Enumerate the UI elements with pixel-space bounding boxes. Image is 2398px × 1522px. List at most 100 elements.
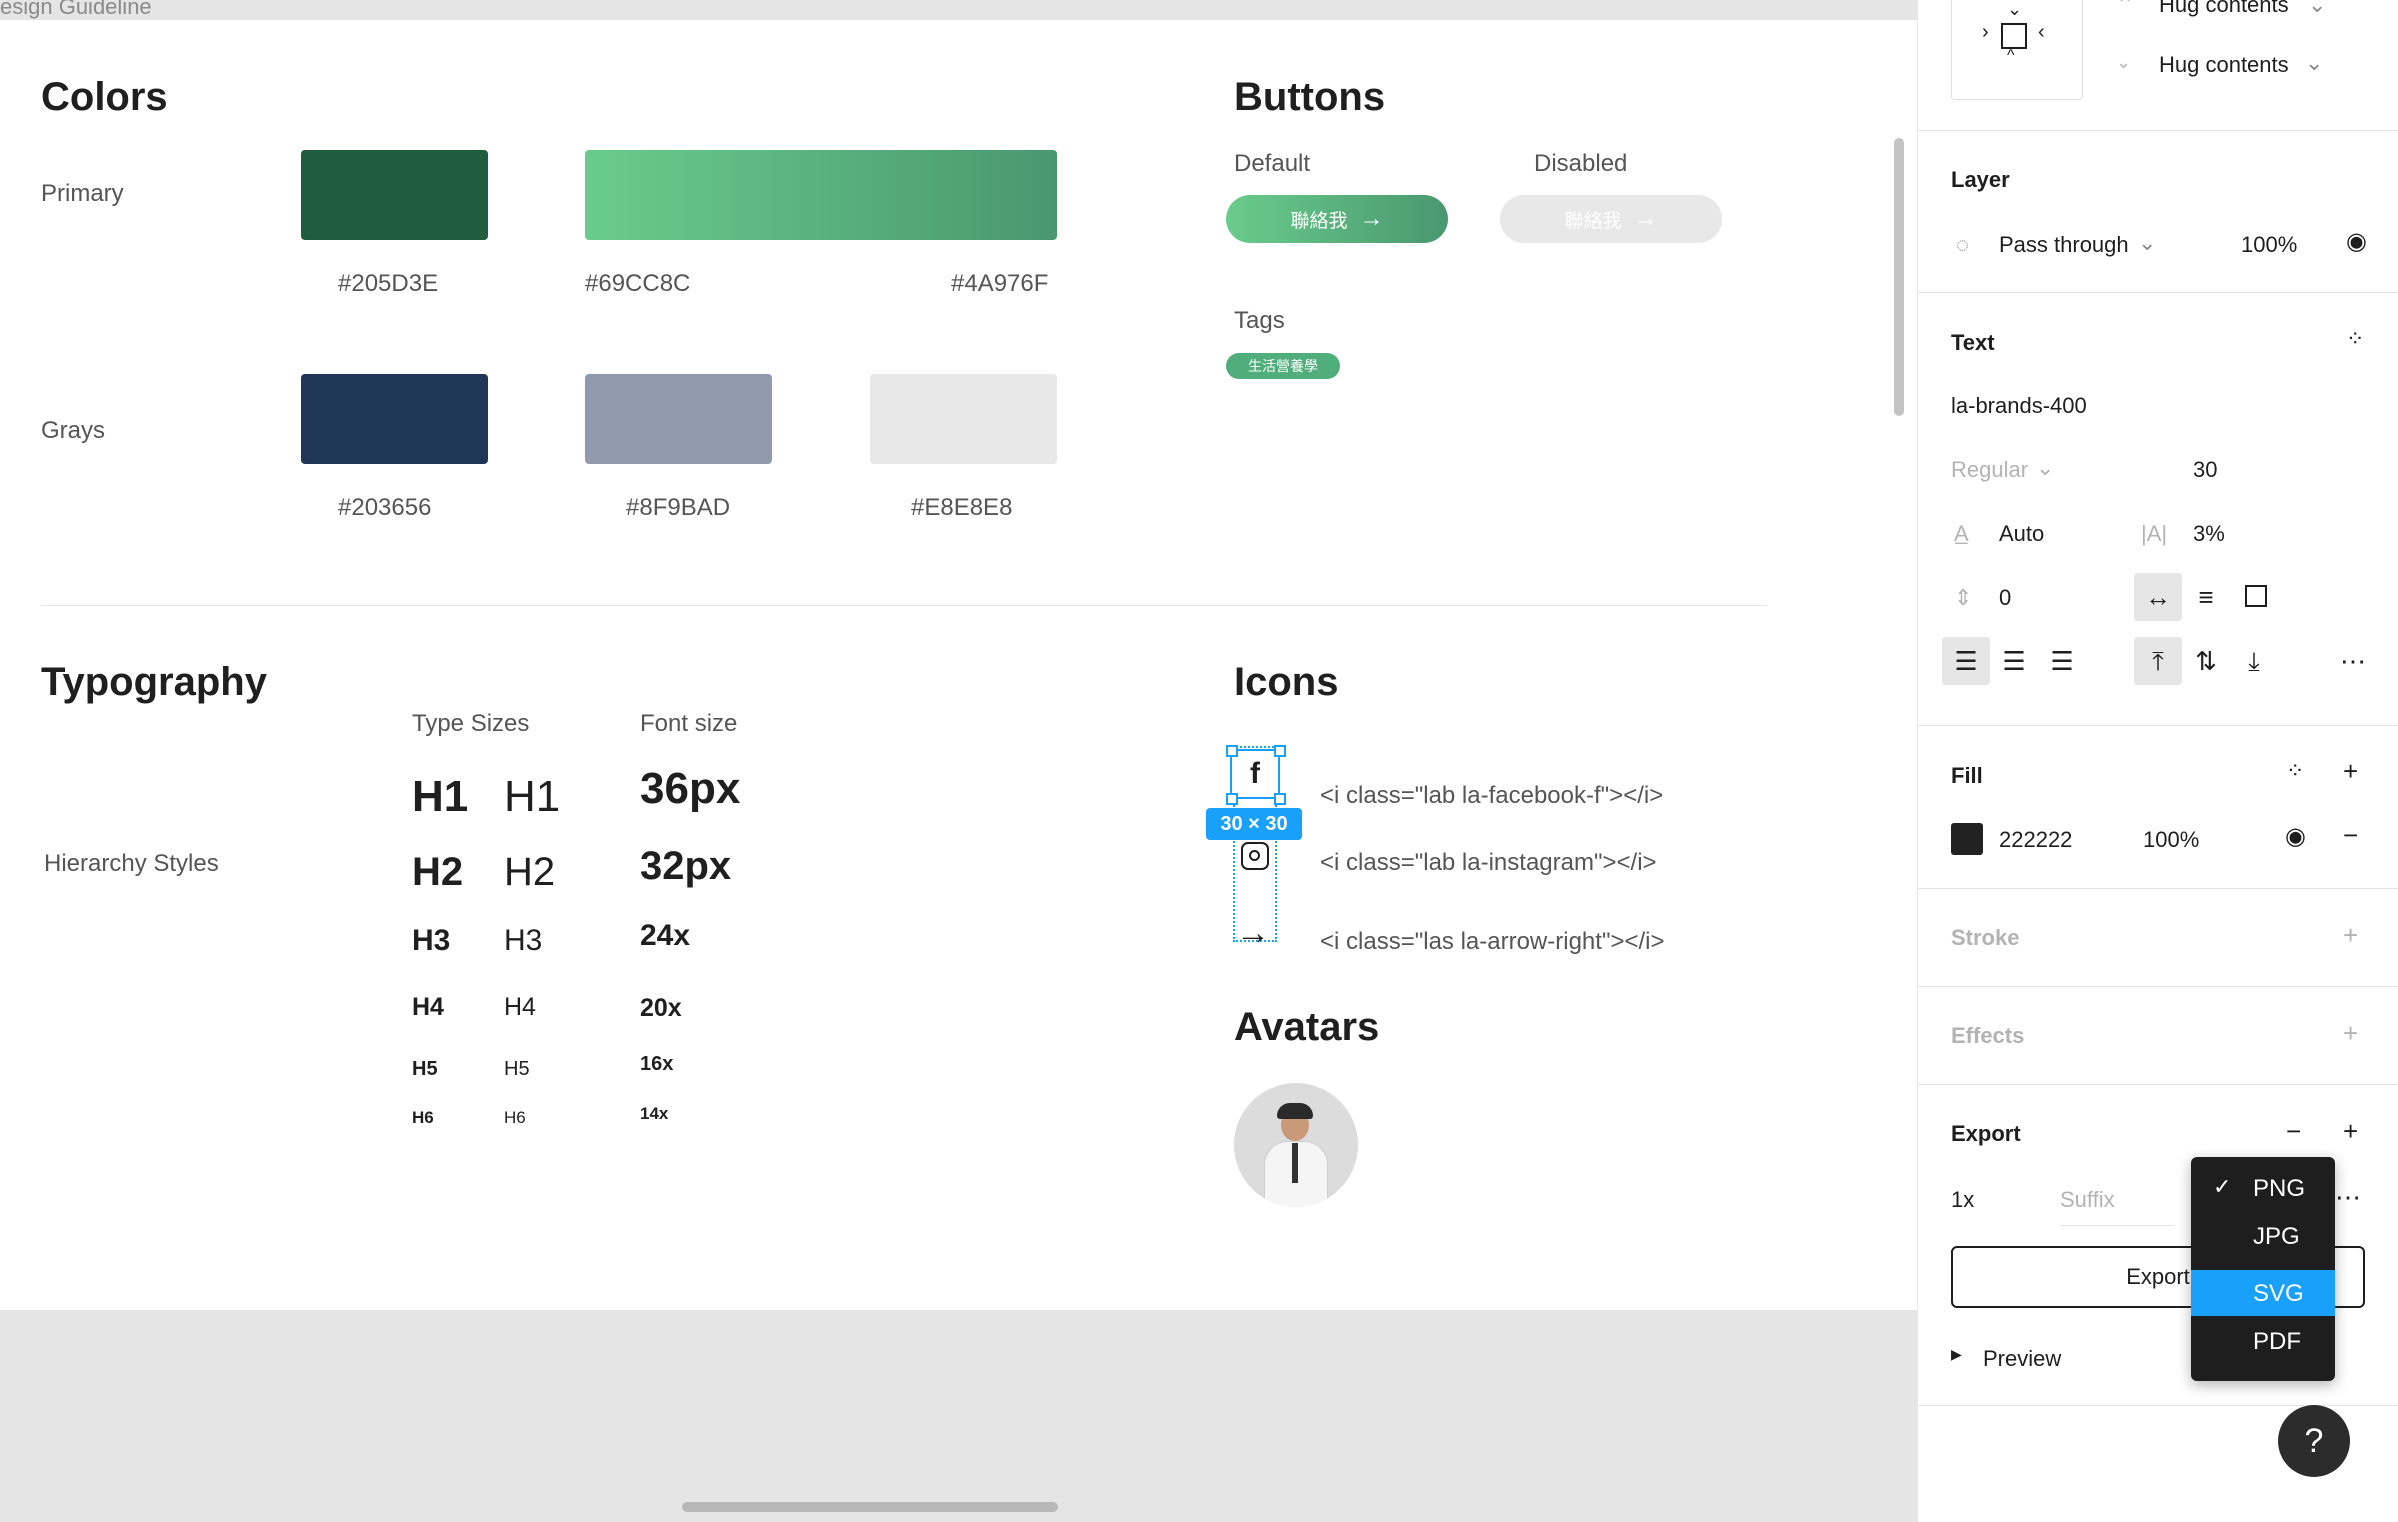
align-bottom-icon[interactable]: ⤓	[2236, 648, 2272, 674]
eye-icon[interactable]: ◉	[2285, 825, 2306, 849]
chevron-down-icon[interactable]: ⌄	[2138, 230, 2156, 256]
tag-chip[interactable]: 生活營養學	[1226, 353, 1340, 379]
remove-export-icon[interactable]: −	[2286, 1118, 2301, 1144]
auto-height-icon[interactable]: ≡	[2188, 584, 2224, 610]
resize-handle[interactable]	[1226, 745, 1238, 757]
auto-width-icon[interactable]: ↔	[2140, 584, 2176, 610]
blend-mode-select[interactable]: Pass through	[1999, 232, 2129, 258]
section-divider	[41, 605, 1767, 606]
export-suffix-input[interactable]: Suffix	[2060, 1175, 2174, 1226]
arrow-right-icon: →	[1359, 205, 1384, 232]
frame-title[interactable]: esign Guideline	[0, 0, 152, 20]
remove-fill-icon[interactable]: −	[2343, 822, 2358, 848]
export-scale-select[interactable]: 1x	[1951, 1187, 1974, 1213]
primary-gradient-swatch[interactable]	[585, 150, 1057, 240]
add-stroke-icon[interactable]: +	[2343, 922, 2358, 948]
panel-divider	[1918, 1084, 2398, 1085]
avatar[interactable]	[1234, 1083, 1358, 1207]
chevron-down-icon[interactable]: ⌄	[2308, 0, 2326, 18]
fixed-size-icon[interactable]	[2245, 585, 2267, 607]
chevron-down-icon[interactable]: ⌄	[2007, 0, 2022, 20]
hex-label: #4A976F	[951, 270, 1049, 297]
button-label: 聯絡我	[1290, 210, 1348, 232]
selection-size-badge: 30 × 30	[1206, 808, 1302, 840]
menu-item-png[interactable]: ✓ PNG	[2191, 1165, 2335, 1211]
disclosure-triangle-icon[interactable]: ▶	[1951, 1346, 1962, 1363]
menu-item-pdf[interactable]: PDF	[2191, 1318, 2335, 1364]
chevron-left-icon[interactable]: ‹	[2038, 21, 2045, 44]
arrow-right-icon[interactable]: →	[1236, 916, 1270, 950]
add-effect-icon[interactable]: +	[2343, 1020, 2358, 1046]
gray-mid-swatch[interactable]	[585, 374, 772, 464]
buttons-heading: Buttons	[1234, 75, 1386, 119]
layer-opacity-input[interactable]: 100%	[2241, 232, 2297, 258]
export-format-menu[interactable]: ✓ PNG JPG SVG PDF	[2191, 1157, 2335, 1381]
font-weight-select[interactable]: Regular	[1951, 457, 2028, 483]
text-styles-icon[interactable]: ⁘	[2346, 328, 2364, 350]
font-family-select[interactable]: la-brands-400	[1951, 393, 2087, 419]
width-resize-icon: ⌃	[2116, 0, 2135, 17]
arrow-right-icon: →	[1633, 205, 1658, 232]
vertical-scrollbar[interactable]	[1894, 138, 1904, 416]
h3-size-label: 24x	[640, 919, 691, 952]
align-middle-icon[interactable]: ⇅	[2188, 648, 2224, 674]
chevron-down-icon[interactable]: ⌄	[2305, 50, 2323, 76]
gray-navy-swatch[interactable]	[301, 374, 488, 464]
align-top-icon[interactable]: ⤒	[2140, 648, 2176, 674]
default-label: Default	[1234, 150, 1311, 177]
primary-label: Primary	[41, 180, 124, 207]
export-section-title: Export	[1951, 1121, 2021, 1146]
contact-button-default[interactable]: 聯絡我 →	[1226, 195, 1448, 243]
letter-spacing-input[interactable]: 3%	[2193, 521, 2225, 547]
chevron-down-icon[interactable]: ⌄	[2036, 455, 2054, 481]
horizontal-scrollbar[interactable]	[682, 1502, 1058, 1512]
layer-section-title: Layer	[1951, 167, 2010, 192]
resize-handle[interactable]	[1226, 793, 1238, 805]
align-center-icon[interactable]: ☰	[1996, 648, 2032, 674]
eye-icon[interactable]: ◉	[2346, 230, 2367, 254]
line-height-input[interactable]: Auto	[1999, 521, 2044, 547]
font-size-input[interactable]: 30	[2193, 457, 2217, 483]
more-options-icon[interactable]: ⋯	[2335, 648, 2371, 674]
paragraph-spacing-input[interactable]: 0	[1999, 585, 2011, 611]
h3-bold-sample: H3	[412, 924, 451, 957]
facebook-icon-code: <i class="lab la-facebook-f"></i>	[1320, 782, 1664, 809]
font-size-label: Font size	[640, 710, 738, 737]
add-export-icon[interactable]: +	[2343, 1118, 2358, 1144]
menu-item-svg[interactable]: SVG	[2191, 1270, 2335, 1316]
height-resize-icon: ⌄	[2116, 52, 2132, 72]
design-canvas[interactable]: esign Guideline Colors Primary #205D3E #…	[0, 0, 1917, 1522]
h3-regular-sample: H3	[504, 924, 543, 957]
align-left-icon[interactable]: ☰	[1948, 648, 1984, 674]
gray-light-swatch[interactable]	[870, 374, 1057, 464]
chevron-up-icon[interactable]: ^	[2007, 47, 2015, 65]
align-right-icon[interactable]: ☰	[2044, 648, 2080, 674]
help-button[interactable]: ?	[2278, 1405, 2350, 1477]
h4-size-label: 20x	[640, 994, 682, 1022]
resize-handle[interactable]	[1274, 745, 1286, 757]
h4-bold-sample: H4	[412, 993, 444, 1021]
hug-height-select[interactable]: Hug contents	[2159, 52, 2289, 78]
hex-label: #69CC8C	[585, 270, 691, 297]
instagram-icon[interactable]	[1241, 842, 1269, 870]
resize-handle[interactable]	[1274, 793, 1286, 805]
export-more-icon[interactable]: ⋯	[2335, 1184, 2361, 1210]
disabled-label: Disabled	[1534, 150, 1628, 177]
add-fill-icon[interactable]: +	[2343, 758, 2358, 784]
menu-item-jpg[interactable]: JPG	[2191, 1213, 2335, 1259]
h5-bold-sample: H5	[412, 1058, 438, 1080]
avatars-heading: Avatars	[1234, 1005, 1380, 1049]
fill-color-swatch[interactable]	[1951, 823, 1983, 855]
primary-dark-swatch[interactable]	[301, 150, 488, 240]
export-preview-toggle[interactable]: Preview	[1983, 1346, 2061, 1372]
design-frame[interactable]: Colors Primary #205D3E #69CC8C #4A976F G…	[0, 20, 1917, 1310]
fill-hex-input[interactable]: 222222	[1999, 827, 2072, 853]
constraints-widget[interactable]: ⌄ ^ › ‹	[1951, 0, 2083, 100]
h5-size-label: 16x	[640, 1053, 674, 1075]
fill-opacity-input[interactable]: 100%	[2143, 827, 2199, 853]
chevron-right-icon[interactable]: ›	[1982, 21, 1989, 44]
h1-bold-sample: H1	[412, 772, 469, 821]
hug-width-select[interactable]: Hug contents	[2159, 0, 2289, 18]
constraint-box	[2001, 23, 2027, 49]
fill-styles-icon[interactable]: ⁘	[2286, 760, 2304, 782]
